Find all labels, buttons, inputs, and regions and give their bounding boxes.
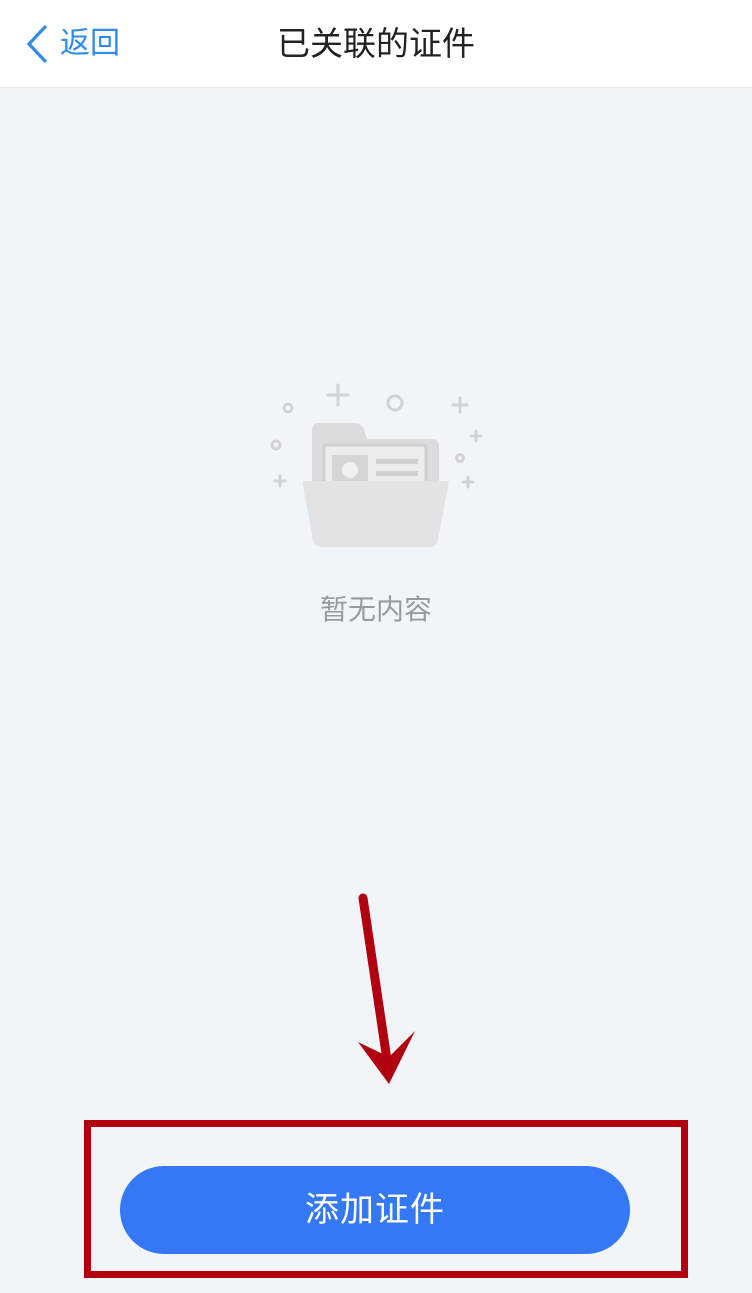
navigation-bar: 返回 已关联的证件 [0, 0, 752, 88]
empty-folder-icon [270, 383, 483, 547]
empty-state-message: 暂无内容 [319, 593, 432, 626]
chevron-left-icon [27, 25, 47, 63]
arrow-down-icon [358, 893, 415, 1084]
back-label: 返回 [60, 26, 120, 61]
add-certificate-button[interactable]: 添加证件 [120, 1166, 630, 1254]
back-button[interactable]: 返回 [26, 22, 120, 66]
